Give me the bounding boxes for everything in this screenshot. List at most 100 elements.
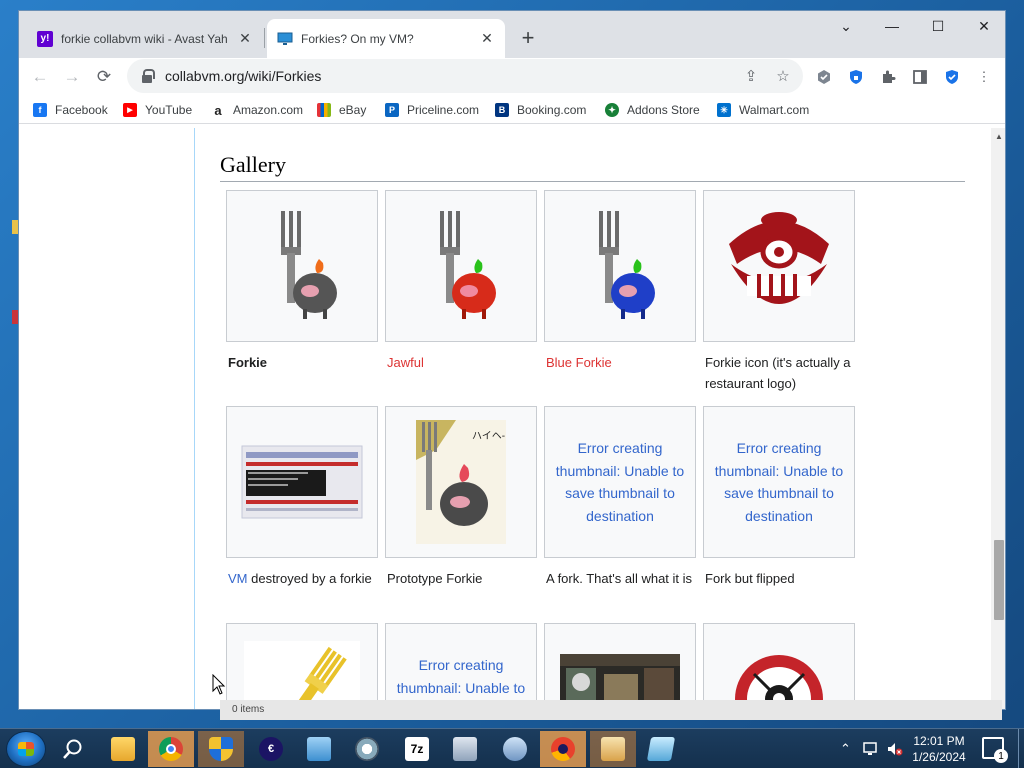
gallery-caption[interactable]: Jawful <box>385 352 537 373</box>
gallery-item[interactable]: Jawful <box>385 190 537 373</box>
taskbar-utility[interactable] <box>492 731 538 767</box>
tab-forkies[interactable]: Forkies? On my VM? ✕ <box>267 19 505 58</box>
minimize-button[interactable]: — <box>869 11 915 41</box>
show-desktop-button[interactable] <box>1018 729 1024 768</box>
bookmark-label: Booking.com <box>517 103 587 117</box>
e-app-icon: € <box>259 737 283 761</box>
gallery-thumbnail[interactable] <box>226 406 378 558</box>
gallery-item[interactable]: Forkie icon (it's actually a restaurant … <box>703 190 855 394</box>
bookmark-addons-store[interactable]: ✦ Addons Store <box>605 100 700 120</box>
gallery-item[interactable]: Error creating thumbnail: Unable to save… <box>703 406 855 589</box>
bookmark-facebook[interactable]: f Facebook <box>33 100 108 120</box>
reload-button[interactable]: ⟳ <box>91 64 117 90</box>
vm-link[interactable]: VM <box>228 571 248 586</box>
taskbar-chrome[interactable] <box>148 731 194 767</box>
tab-strip: y! forkie collabvm wiki - Avast Yah ✕ Fo… <box>19 11 1005 58</box>
bookmark-priceline[interactable]: P Priceline.com <box>385 100 479 120</box>
network-icon[interactable] <box>862 729 880 768</box>
gallery-thumbnail[interactable]: Error creating thumbnail: Unable to save… <box>703 406 855 558</box>
bookmark-amazon[interactable]: a Amazon.com <box>211 100 303 120</box>
forkie-red-image <box>440 211 496 319</box>
scroll-up-arrow-icon[interactable]: ▲ <box>991 128 1005 144</box>
tab-close-icon[interactable]: ✕ <box>479 30 495 47</box>
forkie-blue-image <box>599 211 655 319</box>
new-tab-button[interactable]: + <box>515 25 541 51</box>
scrollbar-thumb[interactable] <box>994 540 1004 620</box>
bookmark-star-icon[interactable]: ☆ <box>771 64 795 88</box>
bookmark-label: Priceline.com <box>407 103 480 117</box>
gallery-item[interactable]: Forkie <box>226 190 378 373</box>
extension-gear-icon[interactable] <box>815 68 833 86</box>
gallery-item[interactable]: VM destroyed by a forkie <box>226 406 378 589</box>
taskbar-app-e[interactable]: € <box>248 731 294 767</box>
gallery-thumbnail[interactable]: ハイヘ- <box>385 406 537 558</box>
tab-yahoo[interactable]: y! forkie collabvm wiki - Avast Yah ✕ <box>27 19 263 58</box>
notification-center-icon[interactable]: 1 <box>982 737 1008 763</box>
gallery-item[interactable]: ハイヘ- Prototype Forkie <box>385 406 537 589</box>
gallery-thumbnail[interactable] <box>703 190 855 342</box>
page-viewport: Gallery Forkie Jawful Blue Forkie Forkie… <box>19 128 991 709</box>
system-clock[interactable]: 12:01 PM 1/26/2024 <box>904 733 974 765</box>
bookmark-walmart[interactable]: ✳ Walmart.com <box>717 100 809 120</box>
tab-close-icon[interactable]: ✕ <box>237 30 253 47</box>
gallery-item[interactable]: Error creating thumbnail: Unable to save… <box>544 406 696 589</box>
search-button[interactable] <box>50 731 96 767</box>
forward-button[interactable]: → <box>59 64 85 90</box>
gallery-caption[interactable]: Blue Forkie <box>544 352 696 373</box>
address-bar[interactable]: collabvm.org/wiki/Forkies ⇪ ☆ <box>127 59 803 93</box>
taskbar-mail[interactable] <box>590 731 636 767</box>
gallery-item[interactable] <box>544 623 696 709</box>
tray-overflow-chevron-icon[interactable]: ⌃ <box>840 729 851 768</box>
taskbar-media[interactable] <box>344 731 390 767</box>
bookmark-booking[interactable]: B Booking.com <box>495 100 586 120</box>
gallery-item[interactable]: Blue Forkie <box>544 190 696 373</box>
gallery-thumbnail[interactable] <box>544 623 696 709</box>
gallery-item[interactable]: Error creating thumbnail: Unable to save… <box>385 623 537 709</box>
facebook-icon: f <box>33 103 47 117</box>
bookmarks-bar: f Facebook ▶ YouTube a Amazon.com eBay P… <box>19 96 1005 124</box>
address-url[interactable]: collabvm.org/wiki/Forkies <box>165 68 321 84</box>
side-panel-icon[interactable] <box>911 68 929 86</box>
menu-kebab-icon[interactable]: ⋮ <box>975 68 993 86</box>
lock-icon[interactable] <box>141 69 155 83</box>
taskbar-browser[interactable] <box>540 731 586 767</box>
extensions-puzzle-icon[interactable] <box>879 68 897 86</box>
gallery-thumbnail[interactable] <box>226 190 378 342</box>
share-icon[interactable]: ⇪ <box>739 64 763 88</box>
tab-search-chevron-icon[interactable]: ⌄ <box>823 11 869 41</box>
gallery-thumbnail[interactable] <box>226 623 378 709</box>
close-window-button[interactable]: ✕ <box>961 11 1005 41</box>
gallery-item[interactable] <box>226 623 378 709</box>
volume-muted-icon[interactable] <box>886 729 904 768</box>
bookmark-ebay[interactable]: eBay <box>317 100 366 120</box>
clock-time: 12:01 PM <box>913 734 965 748</box>
taskbar-security[interactable] <box>198 731 244 767</box>
thumbnail-error-text[interactable]: Error creating thumbnail: Unable to save… <box>545 437 695 527</box>
taskbar-7zip[interactable]: 7z <box>394 731 440 767</box>
bookmark-youtube[interactable]: ▶ YouTube <box>123 100 192 120</box>
desktop-icons-peek <box>0 130 18 710</box>
taskbar-control-panel[interactable] <box>296 731 342 767</box>
taskbar-archive[interactable] <box>442 731 488 767</box>
gallery-thumbnail[interactable]: Error creating thumbnail: Unable to save… <box>544 406 696 558</box>
maximize-button[interactable]: ☐ <box>915 11 961 41</box>
gallery-thumbnail[interactable] <box>703 623 855 709</box>
thumbnail-error-text[interactable]: Error creating thumbnail: Unable to save… <box>704 437 854 527</box>
taskbar-file-explorer[interactable] <box>100 731 146 767</box>
gallery-thumbnail[interactable] <box>544 190 696 342</box>
gallery-caption: A fork. That's all what it is <box>546 571 693 586</box>
tab-divider <box>264 28 265 48</box>
back-button[interactable]: ← <box>27 64 53 90</box>
tab-title: forkie collabvm wiki - Avast Yah <box>61 31 228 46</box>
7zip-icon: 7z <box>405 737 429 761</box>
gallery-item[interactable] <box>703 623 855 709</box>
avast-password-icon[interactable] <box>847 68 865 86</box>
gallery-thumbnail[interactable]: Error creating thumbnail: Unable to save… <box>385 623 537 709</box>
taskbar-notepad[interactable] <box>638 731 684 767</box>
avast-shield-icon[interactable] <box>943 68 961 86</box>
start-button[interactable] <box>6 731 46 767</box>
wiki-sidebar <box>19 128 195 709</box>
gallery-thumbnail[interactable] <box>385 190 537 342</box>
page-scrollbar[interactable]: ▲ ▼ <box>991 128 1005 709</box>
wiki-content: Gallery Forkie Jawful Blue Forkie Forkie… <box>196 128 991 709</box>
